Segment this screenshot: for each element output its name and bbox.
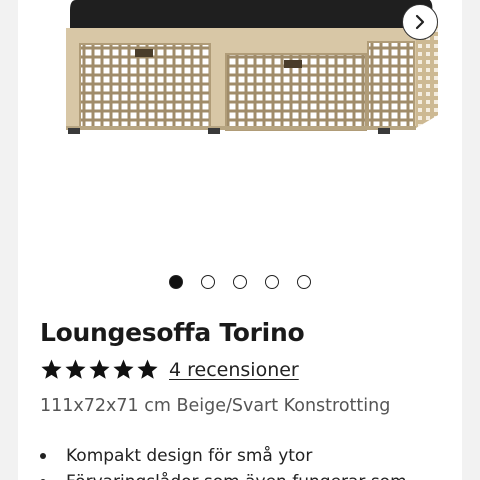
product-rating: 4 recensioner (40, 358, 299, 381)
product-image (66, 0, 438, 134)
product-spec: 111x72x71 cm Beige/Svart Konstrotting (40, 396, 391, 416)
carousel-dot-2[interactable] (201, 275, 215, 289)
product-title: Loungesoffa Torino (40, 318, 305, 347)
star-icon (137, 359, 158, 379)
carousel-dot-5[interactable] (297, 275, 311, 289)
list-item: Kompakt design för små ytor (40, 443, 407, 469)
feature-list: Kompakt design för små ytor Förvaringslå… (40, 443, 407, 480)
bullet-icon (40, 453, 46, 459)
product-card: Loungesoffa Torino 4 recensioner 111x72x… (18, 0, 462, 480)
feature-text: Förvaringslådor som även fungerar som (66, 472, 407, 480)
next-image-button[interactable] (402, 4, 438, 40)
feature-text: Kompakt design för små ytor (66, 446, 313, 466)
product-image-carousel[interactable] (18, 0, 462, 262)
rating-stars (40, 358, 159, 381)
carousel-dot-3[interactable] (233, 275, 247, 289)
star-icon (89, 359, 110, 379)
carousel-pagination (18, 275, 462, 289)
chevron-right-icon (415, 14, 425, 30)
star-icon (113, 359, 134, 379)
carousel-dot-1[interactable] (169, 275, 183, 289)
list-item: Förvaringslådor som även fungerar som (40, 469, 407, 480)
star-icon (41, 359, 62, 379)
reviews-link[interactable]: 4 recensioner (169, 359, 299, 381)
star-icon (65, 359, 86, 379)
carousel-dot-4[interactable] (265, 275, 279, 289)
